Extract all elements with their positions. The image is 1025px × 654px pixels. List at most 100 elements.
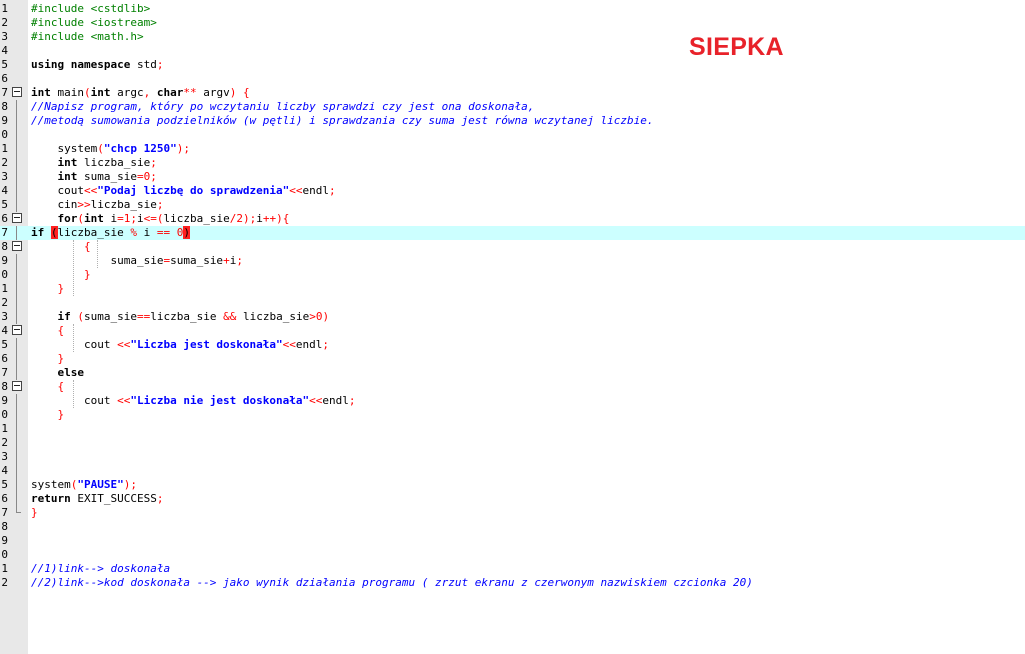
code-text: } [31, 408, 65, 422]
fold-toggle-icon[interactable] [12, 325, 22, 335]
fold-guide-line [16, 310, 17, 324]
code-line[interactable]: 7} [0, 506, 1025, 520]
code-line[interactable]: 2 [0, 436, 1025, 450]
code-line[interactable]: 4 cout<<"Podaj liczbę do sprawdzenia"<<e… [0, 184, 1025, 198]
code-text: cout <<"Liczba jest doskonała"<<endl; [31, 338, 329, 352]
code-token: ( [50, 226, 58, 239]
code-text: int suma_sie=0; [31, 170, 157, 184]
code-text: } [31, 282, 65, 296]
code-line[interactable]: 3 int suma_sie=0; [0, 170, 1025, 184]
code-token: int [31, 86, 51, 99]
code-line[interactable]: 8 { [0, 240, 1025, 254]
code-line[interactable]: 4 { [0, 324, 1025, 338]
line-number: 9 [1, 394, 8, 407]
code-token: <=( [143, 212, 164, 225]
fold-toggle-icon[interactable] [12, 241, 22, 251]
fold-guide-line [16, 464, 17, 478]
code-text: #include <iostream> [31, 16, 157, 30]
code-line[interactable]: 9 cout <<"Liczba nie jest doskonała"<<en… [0, 394, 1025, 408]
code-token: endl [322, 394, 349, 407]
code-line[interactable]: 8 [0, 520, 1025, 534]
code-line[interactable]: 3 if (suma_sie==liczba_sie && liczba_sie… [0, 310, 1025, 324]
line-number: 9 [1, 114, 8, 127]
fold-toggle-icon[interactable] [12, 381, 22, 391]
code-line[interactable]: 5 system("PAUSE"); [0, 478, 1025, 492]
code-line[interactable]: 2 //2)link-->kod doskonała --> jako wynik… [0, 576, 1025, 590]
line-number: 8 [1, 380, 8, 393]
code-line[interactable]: 0 } [0, 268, 1025, 282]
code-token: ; [236, 254, 243, 267]
code-line[interactable]: 2 #include <iostream> [0, 16, 1025, 30]
code-line[interactable]: 2 [0, 296, 1025, 310]
code-line[interactable]: 8 { [0, 380, 1025, 394]
code-line[interactable]: 9 //metodą sumowania podzielników (w pętl… [0, 114, 1025, 128]
code-token: liczba_sie [77, 156, 151, 169]
code-line[interactable]: 1 //1)link--> doskonała [0, 562, 1025, 576]
line-number: 3 [1, 310, 8, 323]
code-line[interactable]: 4 [0, 464, 1025, 478]
code-line[interactable]: 0 } [0, 408, 1025, 422]
code-line[interactable]: 4 [0, 44, 1025, 58]
code-text: using namespace std; [31, 58, 163, 72]
code-line[interactable]: 9 [0, 534, 1025, 548]
code-editor[interactable]: 1 #include <cstdlib> 2 #include <iostream> 3… [0, 2, 1025, 590]
line-number: 4 [1, 184, 8, 197]
code-token: { [57, 380, 65, 393]
code-line-current[interactable]: 7 if (liczba_sie % i == 0) [0, 226, 1025, 240]
code-line[interactable]: 7 int main(int argc, char** argv) { [0, 86, 1025, 100]
code-token: { [243, 86, 250, 99]
code-text: { [31, 324, 65, 338]
code-token: % [130, 226, 137, 239]
code-line[interactable]: 9 suma_sie=suma_sie+i; [0, 254, 1025, 268]
code-text: } [31, 506, 38, 520]
fold-toggle-icon[interactable] [12, 87, 22, 97]
code-text: else [31, 366, 85, 380]
code-token: ; [156, 492, 164, 505]
code-text: { [31, 380, 65, 394]
code-token: cin [31, 198, 78, 211]
code-token: ( [84, 86, 91, 99]
code-token: ( [77, 310, 84, 323]
code-token: } [83, 268, 91, 281]
code-line[interactable]: 1 [0, 422, 1025, 436]
code-line[interactable]: 3 #include <math.h> [0, 30, 1025, 44]
fold-guide-line [16, 226, 17, 240]
code-token: #include <cstdlib> [31, 2, 151, 15]
line-number: 9 [1, 254, 8, 267]
code-line[interactable]: 2 int liczba_sie; [0, 156, 1025, 170]
code-line[interactable]: 5 cout <<"Liczba jest doskonała"<<endl; [0, 338, 1025, 352]
code-line[interactable]: 8 //Napisz program, który po wczytaniu li… [0, 100, 1025, 114]
code-line[interactable]: 5 using namespace std; [0, 58, 1025, 72]
code-line[interactable]: 6 return EXIT_SUCCESS; [0, 492, 1025, 506]
fold-toggle-icon[interactable] [12, 213, 22, 223]
line-number: 5 [1, 478, 8, 491]
code-line[interactable]: 7 else [0, 366, 1025, 380]
code-line[interactable]: 0 [0, 128, 1025, 142]
code-line[interactable]: 1 } [0, 282, 1025, 296]
code-line[interactable]: 5 cin>>liczba_sie; [0, 198, 1025, 212]
line-number: 3 [1, 450, 8, 463]
code-token: endl [295, 338, 323, 351]
code-token: i [137, 212, 144, 225]
code-line[interactable]: 6 for(int i=1;i<=(liczba_sie/2);i++){ [0, 212, 1025, 226]
fold-guide-line [16, 268, 17, 282]
fold-guide-line [16, 366, 17, 380]
fold-guide-line [16, 296, 17, 310]
code-token: } [57, 352, 65, 365]
code-line[interactable]: 1 #include <cstdlib> [0, 2, 1025, 16]
code-line[interactable]: 6 } [0, 352, 1025, 366]
code-line[interactable]: 3 [0, 450, 1025, 464]
code-line[interactable]: 6 [0, 72, 1025, 86]
code-text: if (suma_sie==liczba_sie && liczba_sie>0… [31, 310, 330, 324]
code-token: << [117, 338, 131, 351]
code-line[interactable]: 0 [0, 548, 1025, 562]
code-token: } [31, 506, 38, 519]
code-line[interactable]: 1 system("chcp 1250"); [0, 142, 1025, 156]
code-text: //2)link-->kod doskonała --> jako wynik … [31, 576, 753, 590]
fold-guide-line [16, 394, 17, 408]
code-token: { [83, 240, 91, 253]
